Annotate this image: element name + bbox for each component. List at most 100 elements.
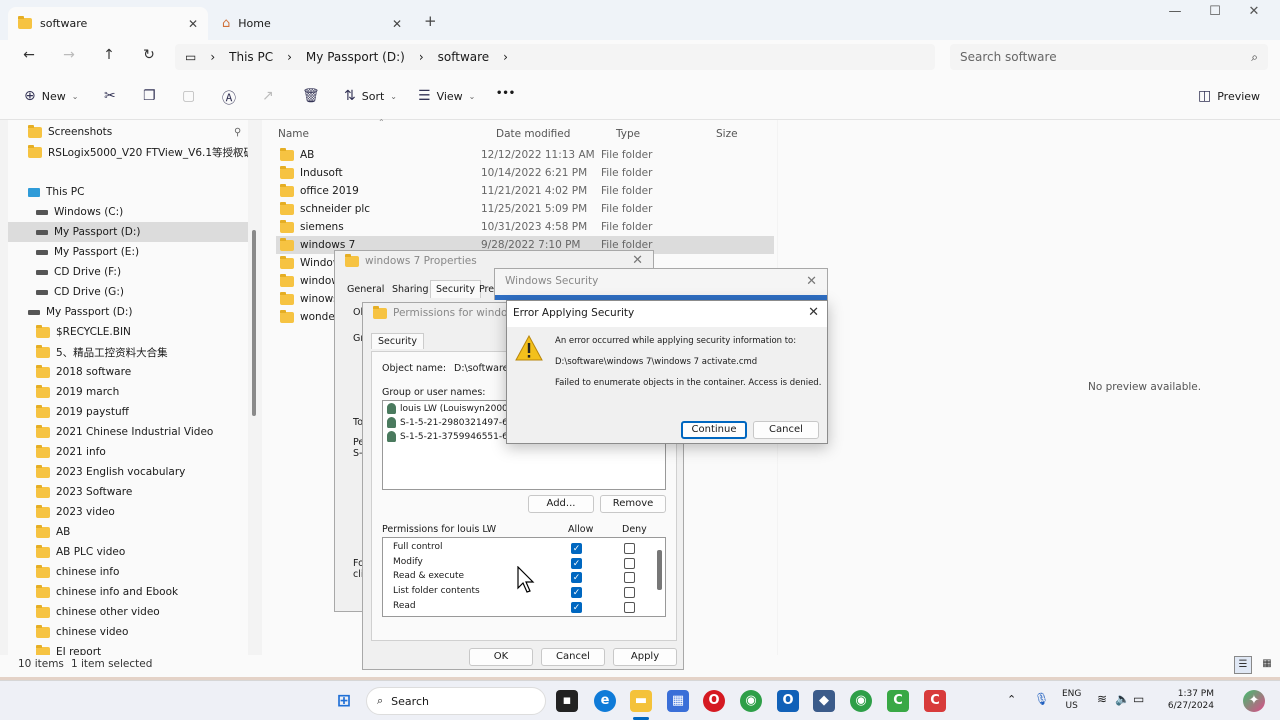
allow-checkbox[interactable]: ✓: [571, 572, 582, 584]
close-icon[interactable]: ✕: [806, 274, 817, 289]
sidebar-item[interactable]: My Passport (D:): [8, 302, 248, 322]
allow-checkbox[interactable]: ✓: [571, 543, 582, 554]
file-row[interactable]: Indusoft 10/14/2022 6:21 PM File folder: [276, 164, 774, 182]
language-indicator[interactable]: ENG US: [1062, 688, 1081, 712]
camtasia-green-icon[interactable]: C: [887, 690, 909, 712]
allow-checkbox[interactable]: ✓: [571, 601, 582, 613]
sidebar-item[interactable]: 2023 video: [8, 502, 248, 522]
deny-checkbox[interactable]: [624, 601, 635, 613]
sidebar-item[interactable]: 2023 Software: [8, 482, 248, 502]
sidebar-item[interactable]: AB: [8, 522, 248, 542]
file-row[interactable]: AB 12/12/2022 11:13 AM File folder: [276, 146, 774, 164]
tab-security[interactable]: Security: [371, 333, 425, 349]
cancel-button[interactable]: Cancel: [753, 421, 819, 439]
delete-button[interactable]: 🗑: [302, 88, 320, 104]
tab-software[interactable]: software ✕: [8, 7, 208, 40]
sidebar-item[interactable]: 2018 software: [8, 362, 248, 382]
sidebar-item[interactable]: chinese other video: [8, 602, 248, 622]
chrome-profile-icon[interactable]: ◉: [850, 690, 872, 712]
virtualbox-icon[interactable]: ◆: [813, 690, 835, 712]
file-explorer-icon[interactable]: ▬: [630, 690, 652, 712]
outlook-icon[interactable]: O: [777, 690, 799, 712]
user-item[interactable]: louis LW (Louiswyn2000: [387, 403, 508, 414]
start-button[interactable]: ⊞: [333, 690, 355, 712]
close-icon[interactable]: ✕: [808, 305, 819, 320]
close-icon[interactable]: ✕: [392, 17, 402, 31]
ok-button[interactable]: OK: [469, 648, 533, 666]
deny-checkbox[interactable]: [624, 543, 635, 554]
file-row[interactable]: schneider plc 11/25/2021 5:09 PM File fold…: [276, 200, 774, 218]
forward-button[interactable]: →: [58, 47, 80, 67]
deny-checkbox[interactable]: [624, 557, 635, 569]
tiles-view-button[interactable]: ▦: [1258, 656, 1276, 674]
continue-button[interactable]: Continue: [681, 421, 747, 439]
sidebar-item[interactable]: chinese video: [8, 622, 248, 642]
minimize-button[interactable]: —: [1155, 4, 1195, 19]
tab-home[interactable]: ⌂ Home ✕: [212, 7, 412, 40]
back-button[interactable]: ←: [18, 47, 40, 67]
column-header-name[interactable]: Name: [278, 124, 309, 144]
store-icon[interactable]: ▦: [667, 690, 689, 712]
sidebar-item[interactable]: RSLogix5000_V20 FTView_V6.1等授权破解 ⚲: [8, 142, 248, 162]
sidebar-item[interactable]: 2021 info: [8, 442, 248, 462]
more-button[interactable]: •••: [496, 88, 515, 99]
battery-icon[interactable]: ▭: [1133, 692, 1144, 706]
close-icon[interactable]: ✕: [632, 253, 643, 268]
deny-checkbox[interactable]: [624, 587, 635, 599]
task-view-icon[interactable]: ▪: [556, 690, 578, 712]
tab-security[interactable]: Security: [430, 280, 482, 298]
sidebar-item[interactable]: EI report: [8, 642, 248, 655]
taskbar-search[interactable]: ⌕ Search: [366, 687, 546, 715]
chrome-icon[interactable]: ◉: [740, 690, 762, 712]
chevron-right-icon[interactable]: ›: [503, 50, 508, 64]
close-window-button[interactable]: ✕: [1234, 4, 1274, 19]
nav-scrollbar[interactable]: [252, 230, 256, 416]
file-row[interactable]: siemens 10/31/2023 4:58 PM File folder: [276, 218, 774, 236]
allow-checkbox[interactable]: ✓: [571, 587, 582, 599]
sidebar-item[interactable]: $RECYCLE.BIN: [8, 322, 248, 342]
rename-button[interactable]: Ⓐ: [222, 88, 236, 108]
file-row[interactable]: office 2019 11/21/2021 4:02 PM File folder: [276, 182, 774, 200]
address-bar[interactable]: ▭ › This PC › My Passport (D:) › softwar…: [175, 44, 935, 70]
sidebar-item[interactable]: Windows (C:): [8, 202, 248, 222]
sidebar-item[interactable]: 2019 march: [8, 382, 248, 402]
chevron-up-icon[interactable]: ⌃: [1007, 693, 1016, 706]
apply-button[interactable]: Apply: [613, 648, 677, 666]
sort-button[interactable]: ⇅ Sort ⌄: [344, 88, 397, 104]
copy-button[interactable]: ❐: [143, 88, 156, 104]
sidebar-item[interactable]: chinese info: [8, 562, 248, 582]
remove-button[interactable]: Remove: [600, 495, 666, 513]
new-button[interactable]: ⊕ New ⌄: [24, 88, 78, 104]
view-button[interactable]: ☰ View ⌄: [418, 88, 475, 104]
cut-button[interactable]: ✂: [104, 88, 116, 104]
sidebar-item[interactable]: Screenshots ⚲: [8, 122, 248, 142]
paste-button[interactable]: ▢: [182, 88, 195, 104]
breadcrumb-my-passport[interactable]: My Passport (D:): [306, 50, 405, 64]
sidebar-item[interactable]: 5、精品工控资料大合集: [8, 342, 248, 362]
add-button[interactable]: Add...: [528, 495, 594, 513]
cancel-button[interactable]: Cancel: [541, 648, 605, 666]
sidebar-item[interactable]: This PC: [8, 182, 248, 202]
details-view-button[interactable]: ☰: [1234, 656, 1252, 674]
new-tab-button[interactable]: +: [424, 12, 437, 30]
search-input[interactable]: Search software ⌕: [950, 44, 1268, 70]
tab-sharing[interactable]: Sharing: [392, 284, 428, 295]
edge-icon[interactable]: e: [594, 690, 616, 712]
sidebar-item[interactable]: CD Drive (G:): [8, 282, 248, 302]
up-button[interactable]: ↑: [98, 47, 120, 67]
breadcrumb-this-pc[interactable]: This PC: [229, 50, 273, 64]
sidebar-item[interactable]: 2021 Chinese Industrial Video: [8, 422, 248, 442]
opera-icon[interactable]: O: [703, 690, 725, 712]
deny-checkbox[interactable]: [624, 572, 635, 584]
speaker-icon[interactable]: 🔈: [1115, 692, 1130, 706]
column-header-type[interactable]: Type: [616, 124, 640, 144]
wifi-icon[interactable]: ≋: [1097, 692, 1107, 706]
sidebar-item[interactable]: CD Drive (F:): [8, 262, 248, 282]
clock[interactable]: 1:37 PM 6/27/2024: [1160, 688, 1214, 712]
allow-checkbox[interactable]: ✓: [571, 557, 582, 569]
microphone-icon[interactable]: 🎙: [1034, 692, 1049, 706]
tab-general[interactable]: General: [347, 284, 384, 295]
close-icon[interactable]: ✕: [188, 17, 198, 31]
sidebar-item[interactable]: chinese info and Ebook: [8, 582, 248, 602]
sidebar-item[interactable]: 2019 paystuff: [8, 402, 248, 422]
